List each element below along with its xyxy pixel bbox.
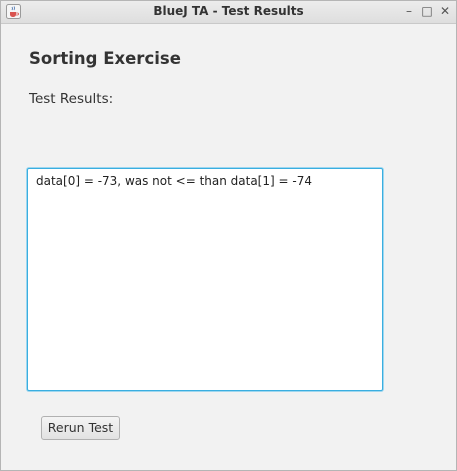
window-title: BlueJ TA - Test Results bbox=[153, 4, 304, 18]
title-bar[interactable]: BlueJ TA - Test Results – □ ✕ bbox=[1, 1, 456, 24]
close-button[interactable]: ✕ bbox=[437, 3, 453, 20]
maximize-button[interactable]: □ bbox=[419, 3, 435, 20]
exercise-heading: Sorting Exercise bbox=[29, 49, 181, 68]
test-results-label: Test Results: bbox=[29, 91, 114, 107]
test-results-window: BlueJ TA - Test Results – □ ✕ Sorting Ex… bbox=[0, 0, 457, 471]
minimize-button[interactable]: – bbox=[401, 3, 417, 20]
rerun-test-button[interactable]: Rerun Test bbox=[41, 416, 120, 440]
test-results-textarea[interactable]: data[0] = -73, was not <= than data[1] =… bbox=[27, 168, 383, 391]
